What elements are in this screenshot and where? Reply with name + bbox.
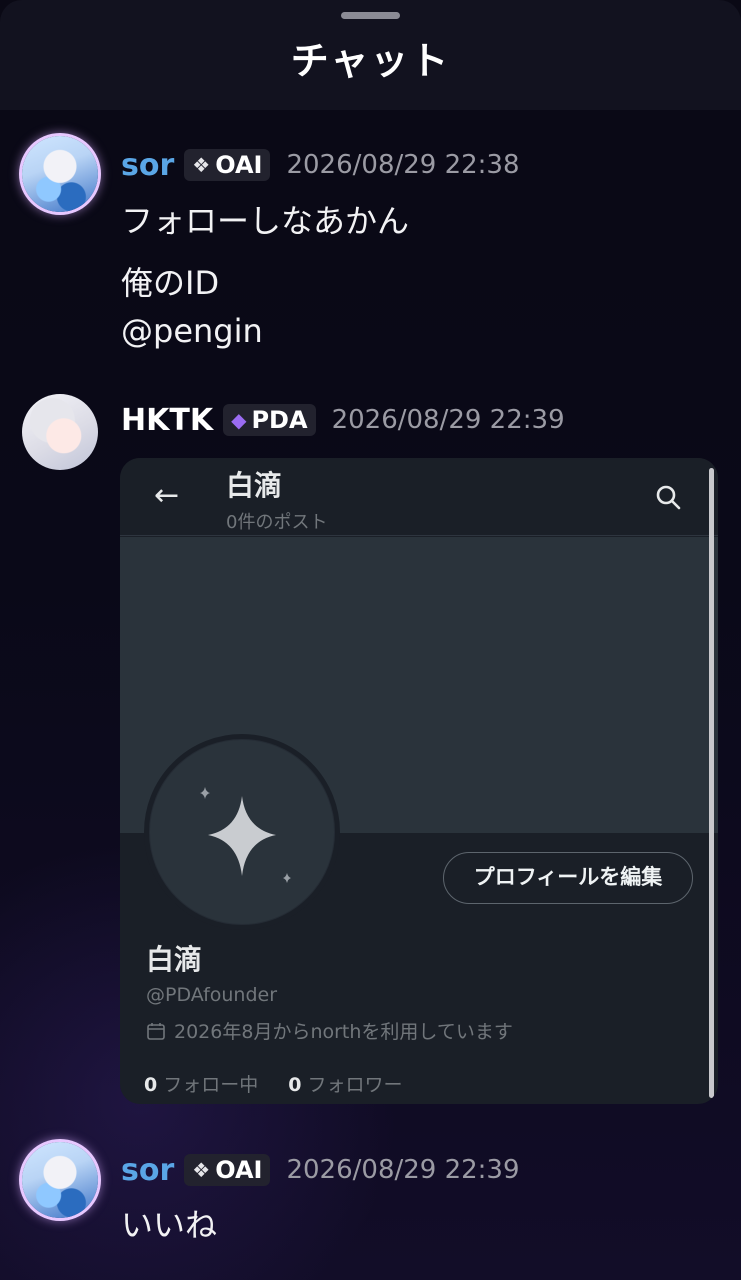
- attachment-scrollbar: [709, 468, 714, 1098]
- sparkle-diamond-icon: ❖: [192, 1158, 211, 1182]
- message-meta: sor ❖ OAI 2026/08/29 22:38: [121, 145, 520, 185]
- search-icon: [656, 485, 681, 510]
- role-badge: ❖ OAI: [184, 149, 271, 181]
- author-name[interactable]: HKTK: [121, 403, 213, 438]
- message-text: フォローしなあかん: [121, 202, 410, 240]
- message-text[interactable]: @pengin: [121, 312, 263, 350]
- header-title: チャット: [290, 39, 451, 83]
- message-timestamp: 2026/08/29 22:39: [286, 1155, 520, 1185]
- message-meta: sor ❖ OAI 2026/08/29 22:39: [121, 1150, 520, 1190]
- followers-stat: 0 フォロワー: [288, 1070, 402, 1097]
- edit-profile-button: プロフィールを編集: [443, 852, 693, 904]
- avatar[interactable]: [22, 394, 98, 470]
- author-name[interactable]: sor: [121, 1153, 174, 1188]
- sparkle-diamond-icon: ❖: [192, 153, 211, 177]
- followers-count: 0: [288, 1074, 302, 1096]
- message-text: いいね: [121, 1206, 218, 1244]
- sheet-grabber-handle[interactable]: [341, 12, 400, 19]
- image-attachment[interactable]: ← 白滴 0件のポスト プロフィールを編集 白滴 @PDAfounder 202…: [120, 458, 718, 1104]
- followers-label: フォロワー: [307, 1074, 403, 1096]
- join-date-text: 2026年8月からnorthを利用しています: [174, 1021, 513, 1043]
- profile-header-title: 白滴: [226, 469, 283, 502]
- amethyst-gem-icon: ◆: [231, 408, 247, 432]
- avatar[interactable]: [22, 1142, 98, 1218]
- profile-display-name: 白滴: [146, 943, 203, 976]
- back-arrow-icon: ←: [154, 478, 180, 513]
- profile-avatar: [144, 734, 340, 930]
- following-stat: 0 フォロー中: [144, 1070, 258, 1097]
- chat-header: チャット: [0, 0, 741, 110]
- following-label: フォロー中: [163, 1074, 259, 1096]
- role-badge: ❖ OAI: [184, 1154, 271, 1186]
- badge-label: OAI: [215, 1156, 263, 1184]
- badge-label: OAI: [215, 151, 263, 179]
- message-text: 俺のID: [121, 264, 220, 302]
- avatar[interactable]: [22, 136, 98, 212]
- profile-top-bar: ← 白滴 0件のポスト: [120, 458, 718, 536]
- author-name[interactable]: sor: [121, 148, 174, 183]
- follow-stats: 0 フォロー中 0 フォロワー: [144, 1070, 433, 1097]
- message-timestamp: 2026/08/29 22:38: [286, 150, 520, 180]
- sparkle-icon: [200, 787, 291, 883]
- post-count: 0件のポスト: [226, 512, 328, 533]
- profile-join-date: 2026年8月からnorthを利用しています: [146, 1017, 513, 1044]
- role-badge: ◆ PDA: [223, 404, 316, 436]
- badge-label: PDA: [251, 406, 308, 434]
- following-count: 0: [144, 1074, 158, 1096]
- profile-handle: @PDAfounder: [146, 984, 278, 1006]
- chat-screen: チャット sor ❖ OAI 2026/08/29 22:38 フォローしなあか…: [0, 0, 741, 1280]
- calendar-icon: [147, 1022, 165, 1040]
- message-meta: HKTK ◆ PDA 2026/08/29 22:39: [121, 400, 565, 440]
- message-timestamp: 2026/08/29 22:39: [331, 405, 565, 435]
